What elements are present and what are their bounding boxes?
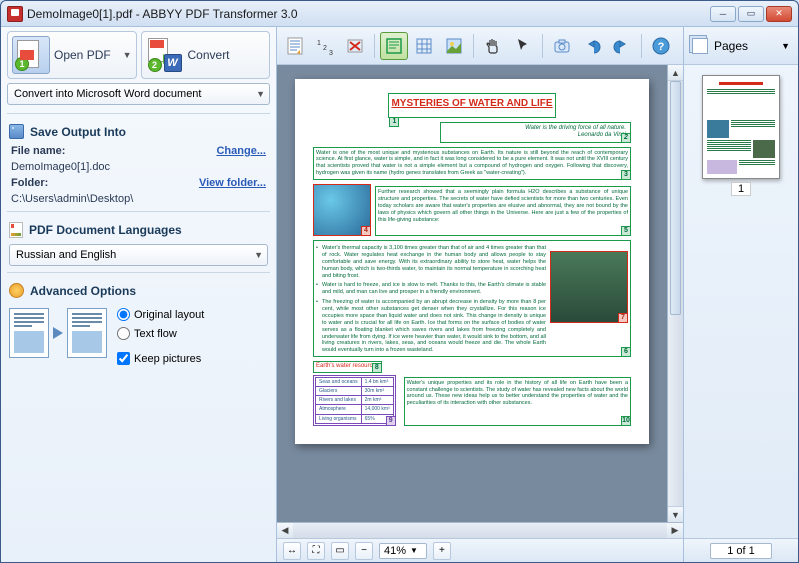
layout-preview [9, 308, 107, 358]
vertical-scrollbar[interactable]: ▲ ▼ [667, 65, 683, 522]
scroll-left-icon[interactable]: ◀ [277, 523, 293, 538]
main-toolbar: 123 ? [277, 27, 683, 65]
convert-label: Convert [188, 48, 230, 62]
doc-bullet-1: •Water's thermal capacity is 3,100 times… [322, 245, 546, 279]
pages-header[interactable]: Pages ▼ [684, 27, 798, 65]
doc-bullet-2: •Water is hard to freeze, and ice is slo… [322, 282, 546, 296]
languages-header: PDF Document Languages [1, 216, 276, 242]
select-tool-icon[interactable] [509, 32, 537, 60]
renumber-icon[interactable]: 123 [311, 32, 339, 60]
disk-icon [9, 124, 24, 139]
statusbar: ↔ ⛶ ▭ − 41%▼ + [277, 538, 683, 562]
convert-button[interactable]: W2 Convert [141, 31, 271, 79]
scroll-up-icon[interactable]: ▲ [668, 65, 683, 81]
document-page: MYSTERIES OF WATER AND LIFE 1 Water is t… [295, 79, 649, 444]
doc-image-1: 4 [313, 184, 371, 236]
file-name-value: DemoImage0[1].doc [11, 161, 110, 173]
pages-label: Pages [714, 39, 748, 53]
text-area-icon[interactable] [380, 32, 408, 60]
document-area: 123 ? MYSTERIES OF WATER AND LIFE 1 [277, 27, 683, 562]
language-value: Russian and English [16, 249, 116, 261]
chevron-down-icon: ▼ [254, 250, 263, 260]
svg-text:2: 2 [323, 45, 327, 52]
zoom-in-button[interactable]: + [433, 542, 451, 560]
titlebar: DemoImage0[1].pdf - ABBYY PDF Transforme… [1, 1, 798, 27]
doc-image-2: 7 [550, 251, 628, 323]
svg-text:?: ? [658, 41, 665, 53]
scroll-down-icon[interactable]: ▼ [668, 506, 683, 522]
doc-bullet-3: •The freezing of water is accompanied by… [322, 299, 546, 354]
open-pdf-button[interactable]: 1 Open PDF ▼ [7, 31, 137, 79]
file-name-label: File name: [11, 145, 65, 157]
doc-table: Seas and oceans1.4 bn km³Glaciers30m km³… [313, 375, 396, 426]
undo-icon[interactable] [578, 32, 606, 60]
actual-size-icon[interactable]: ▭ [331, 542, 349, 560]
document-viewport[interactable]: MYSTERIES OF WATER AND LIFE 1 Water is t… [277, 65, 667, 522]
hand-tool-icon[interactable] [479, 32, 507, 60]
fit-width-icon[interactable]: ↔ [283, 542, 301, 560]
folder-label: Folder: [11, 177, 48, 189]
folder-value: C:\Users\admin\Desktop\ [11, 193, 133, 205]
redo-icon[interactable] [608, 32, 636, 60]
convert-target-value: Convert into Microsoft Word document [14, 88, 201, 100]
doc-para-end: Water's unique properties and its role i… [404, 377, 631, 426]
convert-icon: W2 [146, 36, 184, 74]
doc-para-2: Further research showed that a seemingly… [375, 186, 631, 236]
gear-icon [9, 283, 24, 298]
language-dropdown[interactable]: Russian and English ▼ [9, 244, 268, 266]
svg-text:1: 1 [317, 40, 321, 47]
window-title: DemoImage0[1].pdf - ABBYY PDF Transforme… [27, 7, 708, 21]
text-flow-radio[interactable]: Text flow [117, 327, 204, 340]
doc-para-1: Water is one of the most unique and myst… [313, 147, 631, 181]
sidebar: 1 Open PDF ▼ W2 Convert Convert into Mic… [1, 27, 277, 562]
picture-area-icon[interactable] [440, 32, 468, 60]
open-pdf-icon: 1 [12, 36, 50, 74]
app-icon [7, 6, 23, 22]
language-icon [9, 222, 23, 238]
photo-tool-icon[interactable] [548, 32, 576, 60]
thumbnail-label: 1 [694, 183, 788, 195]
change-file-link[interactable]: Change... [216, 145, 266, 157]
advanced-header: Advanced Options [1, 277, 276, 302]
convert-target-dropdown[interactable]: Convert into Microsoft Word document ▼ [7, 83, 270, 105]
scroll-right-icon[interactable]: ▶ [667, 523, 683, 538]
minimize-button[interactable]: ─ [710, 6, 736, 22]
zoom-dropdown[interactable]: 41%▼ [379, 543, 427, 559]
keep-pictures-checkbox[interactable]: Keep pictures [117, 352, 204, 365]
maximize-button[interactable]: ▭ [738, 6, 764, 22]
read-order-icon[interactable] [281, 32, 309, 60]
table-area-icon[interactable] [410, 32, 438, 60]
open-pdf-label: Open PDF [54, 48, 111, 62]
doc-quote-author: Leonardo da Vinci [578, 132, 626, 138]
delete-area-icon[interactable] [341, 32, 369, 60]
doc-title: MYSTERIES OF WATER AND LIFE [391, 98, 552, 111]
horizontal-scrollbar[interactable]: ◀ ▶ [277, 522, 683, 538]
zoom-out-button[interactable]: − [355, 542, 373, 560]
pages-panel: Pages ▼ 1 1 of 1 [683, 27, 798, 562]
chevron-down-icon: ▼ [256, 89, 265, 99]
view-folder-link[interactable]: View folder... [199, 177, 266, 189]
arrow-right-icon [53, 327, 63, 339]
zoom-value: 41% [384, 545, 406, 557]
close-button[interactable]: ✕ [766, 6, 792, 22]
svg-text:3: 3 [329, 50, 333, 56]
page-thumbnail[interactable] [702, 75, 780, 179]
page-counter: 1 of 1 [684, 538, 798, 562]
pages-icon [692, 38, 708, 54]
save-output-header: Save Output Into [1, 118, 276, 143]
original-layout-radio[interactable]: Original layout [117, 308, 204, 321]
fit-page-icon[interactable]: ⛶ [307, 542, 325, 560]
doc-table-title: Earth's water resources [316, 363, 379, 369]
help-icon[interactable]: ? [647, 32, 675, 60]
doc-quote: Water is the driving force of all nature… [525, 125, 626, 131]
